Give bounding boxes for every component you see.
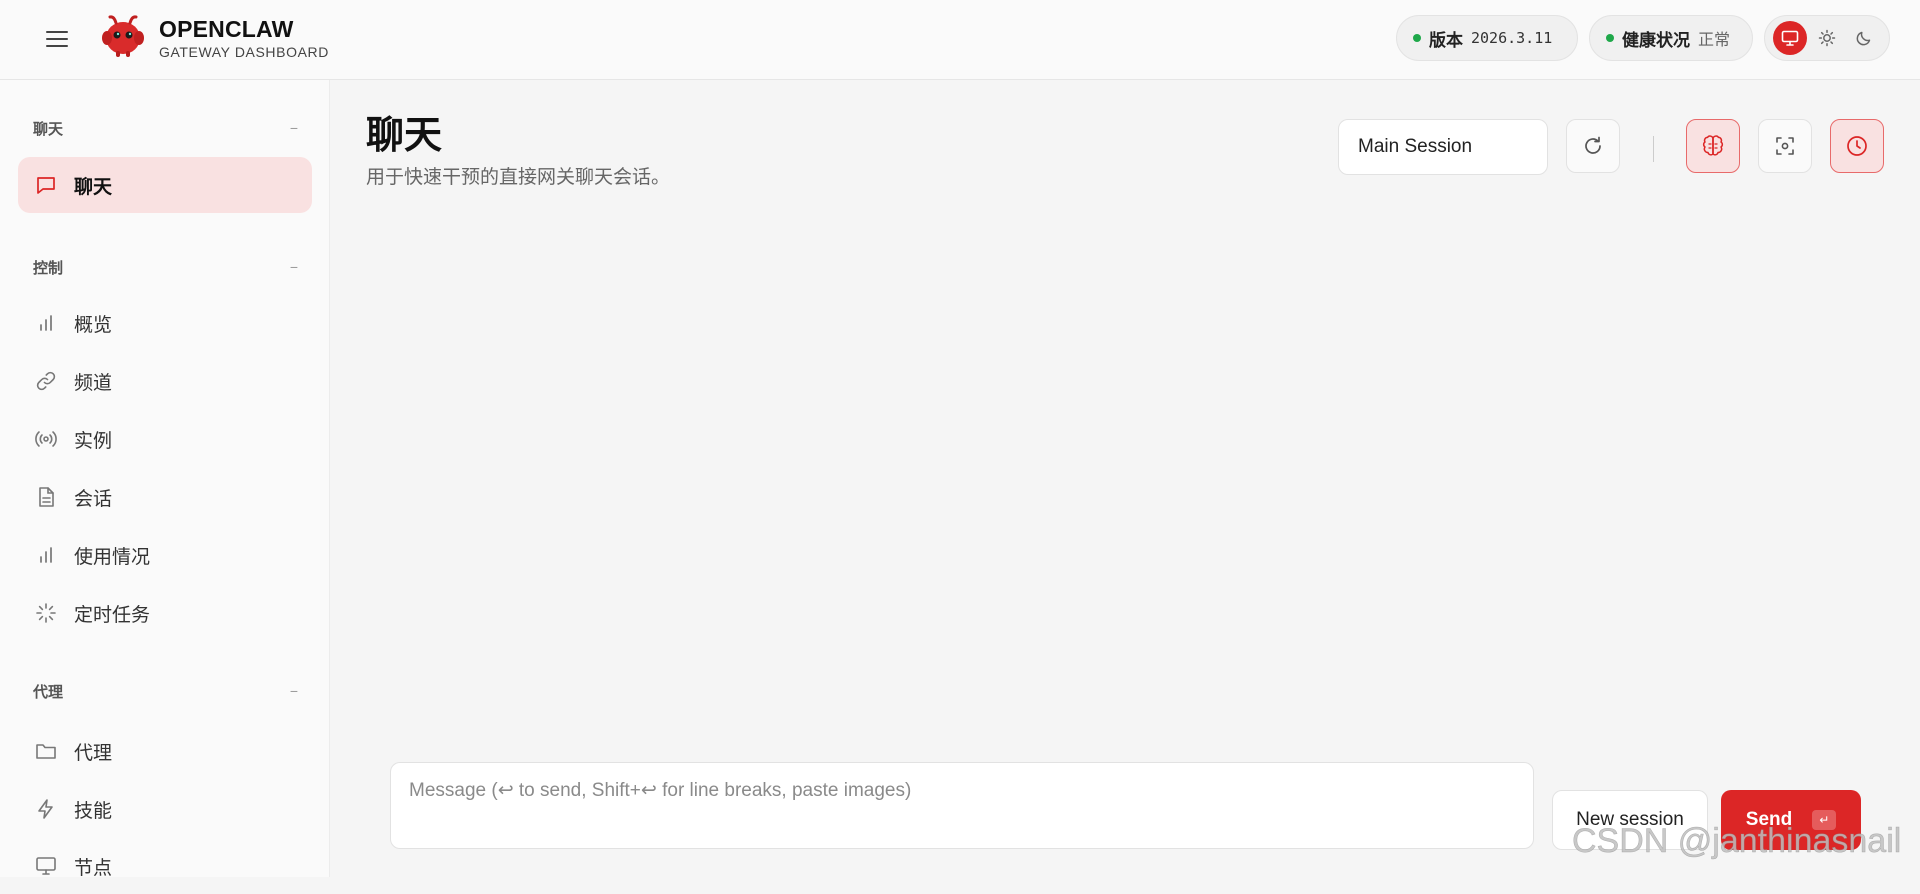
message-input-placeholder: Message (↩ to send, Shift+↩ for line bre… [409,780,912,801]
refresh-icon [1585,136,1601,154]
sidebar-group-title: 聊天 [33,120,64,138]
theme-toggle [1764,15,1890,61]
sidebar-item-nodes[interactable]: 节点 [18,838,312,894]
sidebar-item-label: 聊天 [74,176,113,198]
history-button[interactable] [1830,119,1884,173]
sidebar-item-label: 实例 [74,430,113,452]
link-icon [34,369,58,393]
thinking-toggle-button[interactable] [1686,119,1740,173]
sidebar-item-label: 代理 [74,742,113,764]
radio-broadcast-icon [34,427,58,451]
hamburger-icon [46,31,68,47]
sidebar-group-agents[interactable]: 代理 − [33,680,298,702]
version-badge: 版本 2026.3.11 [1396,15,1578,61]
collapse-icon: − [289,683,298,699]
page-title: 聊天 [366,115,443,157]
menu-toggle-button[interactable] [42,24,72,54]
status-dot [1606,34,1614,42]
sidebar-group-title: 代理 [33,683,64,701]
monitor-icon [1781,30,1798,46]
chat-bubble-icon [34,173,58,197]
document-icon [34,485,58,509]
sidebar-item-agents[interactable]: 代理 [18,723,312,779]
folder-icon [34,739,58,763]
sidebar-item-overview[interactable]: 概览 [18,295,312,351]
theme-light-button[interactable] [1810,21,1844,55]
focus-frame-icon [1776,137,1794,155]
message-input[interactable]: Message (↩ to send, Shift+↩ for line bre… [390,762,1534,849]
focus-mode-button[interactable] [1758,119,1812,173]
brand-name: OPENCLAW [159,16,294,42]
sidebar-item-scheduled-tasks[interactable]: 定时任务 [18,585,312,641]
moon-icon [1856,31,1871,46]
page-subtitle: 用于快速干预的直接网关聊天会话。 [366,167,671,188]
sidebar-item-usage[interactable]: 使用情况 [18,527,312,583]
top-bar: OPENCLAW GATEWAY DASHBOARD 版本 2026.3.11 … [0,0,1920,80]
sidebar-item-label: 概览 [74,314,113,336]
bar-chart-icon [34,543,58,567]
sidebar-item-label: 频道 [74,372,113,394]
openclaw-logo-icon [100,14,146,58]
sidebar-group-title: 控制 [33,259,64,277]
sidebar-item-label: 使用情况 [74,546,151,568]
collapse-icon: − [289,120,298,136]
sidebar-item-label: 定时任务 [74,604,151,626]
sidebar-item-label: 节点 [74,857,113,879]
sidebar-item-label: 会话 [74,488,113,510]
loader-icon [34,601,58,625]
collapse-icon: − [289,259,298,275]
sidebar-item-chat[interactable]: 聊天 [18,157,312,213]
sidebar-group-chat[interactable]: 聊天 − [33,117,298,139]
sidebar-item-skills[interactable]: 技能 [18,781,312,837]
sidebar: 聊天 − 聊天 控制 − 概览 频道 实例 会话 使用情况 定时任务 代理 − … [0,80,330,879]
lightning-icon [34,797,58,821]
clock-icon [1847,136,1867,156]
sidebar-item-label: 技能 [74,800,113,822]
sidebar-item-sessions[interactable]: 会话 [18,469,312,525]
health-value: 正常 [1698,30,1731,49]
brand-subtitle: GATEWAY DASHBOARD [159,44,329,60]
version-label: 版本 [1429,30,1463,50]
refresh-button[interactable] [1566,119,1620,173]
brain-icon [1702,135,1724,156]
health-label: 健康状况 [1622,30,1690,50]
sidebar-item-instances[interactable]: 实例 [18,411,312,467]
toolbar-divider [1653,136,1654,162]
status-dot [1413,34,1421,42]
session-select[interactable]: Main Session [1338,119,1548,175]
theme-system-button[interactable] [1772,21,1807,55]
sidebar-group-control[interactable]: 控制 − [33,256,298,278]
bar-chart-icon [34,311,58,335]
watermark: CSDN @janthinasnail [1572,822,1902,861]
version-value: 2026.3.11 [1471,29,1553,47]
sidebar-item-channels[interactable]: 频道 [18,353,312,409]
sun-icon [1818,29,1836,47]
monitor-icon [34,854,58,878]
theme-dark-button[interactable] [1847,21,1881,55]
health-badge: 健康状况 正常 [1589,15,1753,61]
